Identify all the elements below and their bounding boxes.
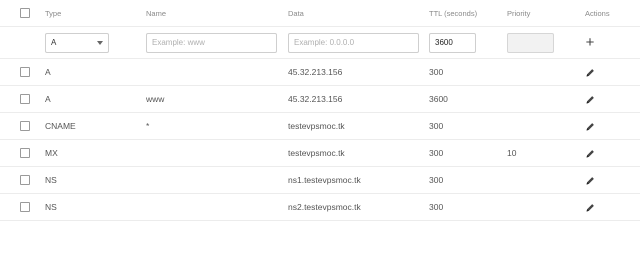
record-ttl: 3600 (429, 94, 448, 104)
ttl-input-cell (429, 27, 476, 58)
priority-input-cell (507, 27, 554, 58)
record-actions (581, 194, 599, 220)
row-checkbox-cell (19, 86, 31, 112)
record-name: * (146, 121, 150, 131)
column-header-actions: Actions (585, 8, 610, 18)
row-checkbox[interactable] (20, 67, 30, 77)
record-name: www (146, 94, 165, 104)
row-checkbox[interactable] (20, 121, 30, 131)
record-type: A (45, 94, 51, 104)
column-header-ttl: TTL (seconds) (429, 8, 478, 18)
row-checkbox[interactable] (20, 202, 30, 212)
record-data: 45.32.213.156 (288, 67, 343, 77)
type-select-cell: A (45, 27, 109, 58)
column-header-priority: Priority (507, 8, 531, 18)
record-data: testevpsmoc.tk (288, 121, 345, 131)
row-checkbox-cell (19, 194, 31, 220)
column-header-data: Data (288, 8, 304, 18)
select-all-cell (19, 0, 31, 26)
record-type: A (45, 67, 51, 77)
table-row: MX testevpsmoc.tk 300 10 (0, 140, 640, 167)
name-input[interactable] (146, 32, 277, 53)
record-priority: 10 (507, 148, 517, 158)
record-type-select[interactable]: A (45, 32, 109, 53)
record-type: NS (45, 175, 57, 185)
record-data: testevpsmoc.tk (288, 148, 345, 158)
column-header-name: Name (146, 8, 167, 18)
record-actions (581, 113, 599, 139)
select-all-checkbox[interactable] (20, 8, 30, 18)
priority-input[interactable] (507, 32, 554, 53)
record-actions (581, 140, 599, 166)
record-actions (581, 86, 599, 112)
table-header: Type Name Data TTL (seconds) Priority Ac… (0, 0, 640, 27)
pencil-icon[interactable] (586, 122, 595, 131)
row-checkbox[interactable] (20, 94, 30, 104)
pencil-icon[interactable] (586, 68, 595, 77)
table-row: NS ns1.testevpsmoc.tk 300 (0, 167, 640, 194)
data-input[interactable] (288, 32, 419, 53)
plus-icon[interactable]: + (586, 35, 595, 50)
record-type-selected-value: A (51, 38, 57, 47)
pencil-icon[interactable] (586, 203, 595, 212)
table-row: CNAME * testevpsmoc.tk 300 (0, 113, 640, 140)
record-data: 45.32.213.156 (288, 94, 343, 104)
ttl-input[interactable] (429, 32, 476, 53)
row-checkbox-cell (19, 113, 31, 139)
row-checkbox[interactable] (20, 175, 30, 185)
row-checkbox[interactable] (20, 148, 30, 158)
record-ttl: 300 (429, 67, 444, 77)
record-ttl: 300 (429, 202, 444, 212)
pencil-icon[interactable] (586, 149, 595, 158)
add-record-cell: + (581, 27, 599, 58)
table-row: A 45.32.213.156 300 (0, 59, 640, 86)
record-type: NS (45, 202, 57, 212)
name-input-cell (146, 27, 277, 58)
pencil-icon[interactable] (586, 176, 595, 185)
record-actions (581, 59, 599, 85)
records-body: A 45.32.213.156 300 A www 45.32.213.156 … (0, 59, 640, 221)
table-row: A www 45.32.213.156 3600 (0, 86, 640, 113)
table-row: NS ns2.testevpsmoc.tk 300 (0, 194, 640, 221)
data-input-cell (288, 27, 419, 58)
new-record-row: A + (0, 27, 640, 59)
record-ttl: 300 (429, 148, 444, 158)
row-checkbox-cell (19, 59, 31, 85)
pencil-icon[interactable] (586, 95, 595, 104)
row-checkbox-cell (19, 167, 31, 193)
record-type: CNAME (45, 121, 76, 131)
record-data: ns2.testevpsmoc.tk (288, 202, 361, 212)
dns-records-table: Type Name Data TTL (seconds) Priority Ac… (0, 0, 640, 221)
record-data: ns1.testevpsmoc.tk (288, 175, 361, 185)
record-type: MX (45, 148, 58, 158)
dropdown-caret-icon (97, 40, 103, 45)
record-ttl: 300 (429, 175, 444, 185)
column-header-type: Type (45, 8, 62, 18)
record-actions (581, 167, 599, 193)
record-ttl: 300 (429, 121, 444, 131)
row-checkbox-cell (19, 140, 31, 166)
